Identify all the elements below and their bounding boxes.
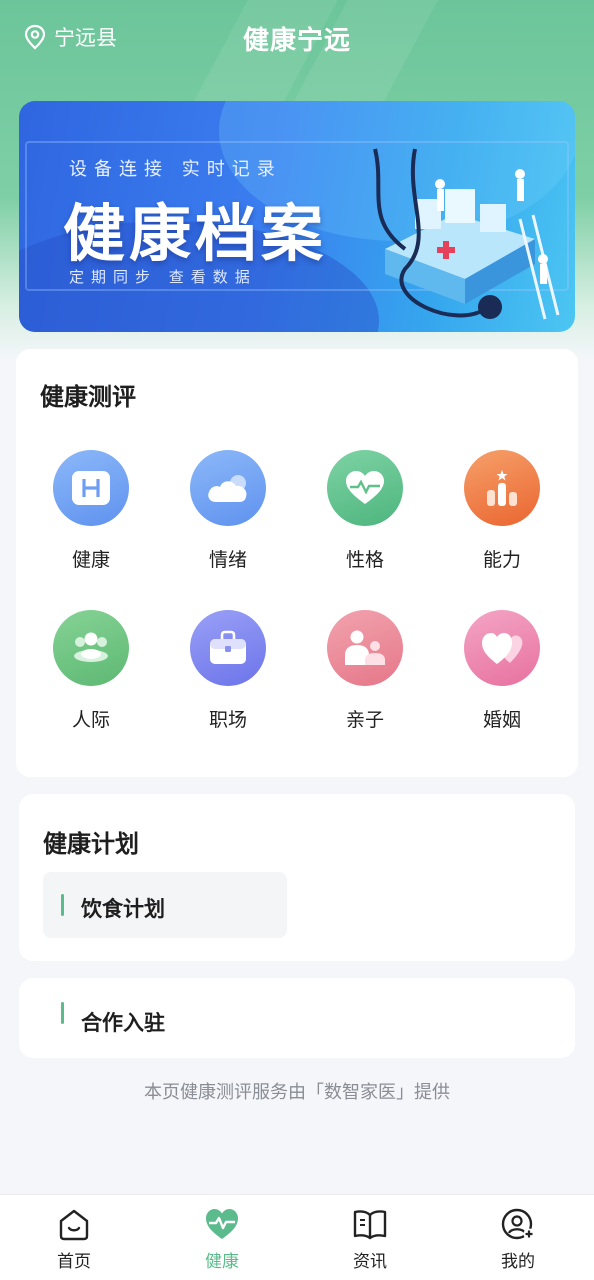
page-title: 健康宁远 — [242, 26, 351, 56]
accent-bar — [61, 894, 64, 916]
open-book-icon — [353, 1210, 387, 1240]
eval-item-label: 亲子 — [345, 709, 384, 731]
user-plus-icon — [501, 1208, 535, 1240]
eval-item-label: 能力 — [482, 549, 521, 571]
home-smile-icon — [59, 1209, 89, 1241]
tab-health[interactable]: 健康 — [172, 1207, 272, 1272]
banner-subtitle-bottom: 定期同步 查看数据 — [69, 268, 257, 286]
eval-item-workplace[interactable]: 职场 — [168, 610, 288, 732]
tab-label: 首页 — [57, 1252, 91, 1272]
diet-plan-button[interactable]: 饮食计划 — [43, 872, 287, 938]
heart-pulse-icon — [327, 450, 403, 526]
briefcase-icon — [190, 610, 266, 686]
parent-child-icon — [327, 610, 403, 686]
top-bar: 宁远县 健康宁远 — [0, 0, 594, 74]
eval-item-health[interactable]: 健康 — [31, 450, 151, 572]
tab-mine[interactable]: 我的 — [468, 1207, 568, 1272]
cooperation-label: 合作入驻 — [81, 1011, 165, 1035]
plan-title: 健康计划 — [43, 830, 139, 858]
eval-item-label: 性格 — [345, 549, 384, 571]
service-provider-note: 本页健康测评服务由「数智家医」提供 — [144, 1082, 450, 1103]
bottom-tab-bar: 首页 健康 资讯 我的 — [0, 1194, 594, 1280]
eval-item-label: 情绪 — [208, 549, 247, 571]
group-people-icon — [53, 610, 129, 686]
eval-item-social[interactable]: 人际 — [31, 610, 151, 732]
tab-label: 资讯 — [353, 1252, 387, 1272]
eval-item-ability[interactable]: 能力 — [442, 450, 562, 572]
eval-item-emotion[interactable]: 情绪 — [168, 450, 288, 572]
accent-bar — [61, 1002, 64, 1024]
eval-item-label: 职场 — [208, 709, 247, 731]
tab-home[interactable]: 首页 — [24, 1207, 124, 1272]
eval-item-label: 婚姻 — [482, 709, 521, 731]
medical-illustration — [373, 148, 560, 320]
eval-item-personality[interactable]: 性格 — [305, 450, 425, 572]
banner-headline: 健康档案 — [63, 197, 328, 270]
cooperation-entry[interactable]: 合作入驻 — [19, 978, 575, 1058]
tab-label: 我的 — [501, 1252, 535, 1272]
tab-label: 健康 — [205, 1252, 239, 1272]
double-heart-icon — [464, 610, 540, 686]
eval-item-parent-child[interactable]: 亲子 — [305, 610, 425, 732]
eval-item-label: 健康 — [71, 549, 110, 571]
eval-item-marriage[interactable]: 婚姻 — [442, 610, 562, 732]
bar-chart-star-icon — [464, 450, 540, 526]
health-evaluation-card: 健康测评 健康 情绪 性格 能力 人际 职场 亲子 婚姻 — [16, 349, 578, 777]
diet-plan-label: 饮食计划 — [81, 897, 165, 921]
banner-subtitle-top: 设备连接 实时记录 — [69, 159, 282, 180]
health-record-banner[interactable]: 设备连接 实时记录 健康档案 定期同步 查看数据 — [19, 101, 575, 332]
eval-item-label: 人际 — [71, 709, 110, 731]
tab-news[interactable]: 资讯 — [320, 1207, 420, 1272]
heart-pulse-icon — [206, 1209, 238, 1239]
hospital-h-icon — [53, 450, 129, 526]
health-plan-card: 健康计划 饮食计划 — [19, 794, 575, 961]
cloud-icon — [190, 450, 266, 526]
evaluation-title: 健康测评 — [40, 383, 136, 411]
